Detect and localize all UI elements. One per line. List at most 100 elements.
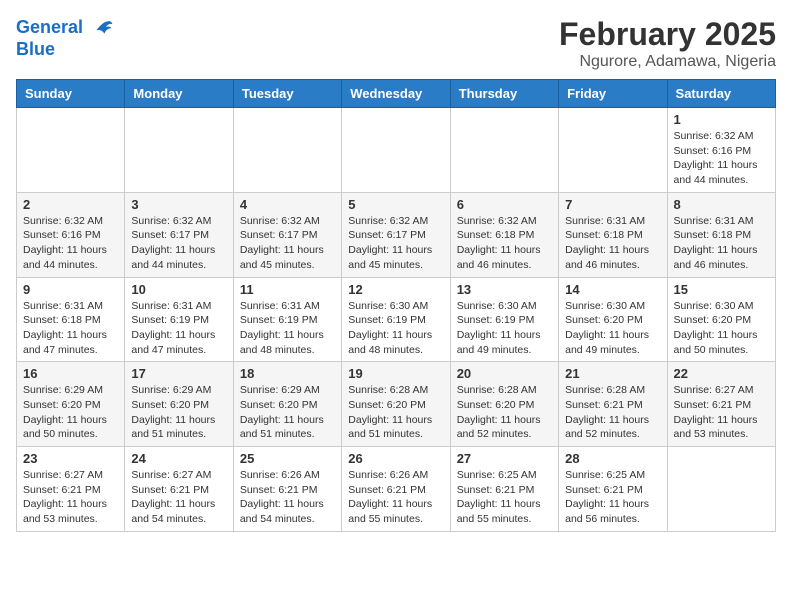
calendar-cell: 22Sunrise: 6:27 AM Sunset: 6:21 PM Dayli… [667,362,775,447]
logo-blue: Blue [16,40,114,60]
day-number: 27 [457,451,552,466]
day-info: Sunrise: 6:28 AM Sunset: 6:20 PM Dayligh… [348,383,443,442]
calendar-week-2: 2 Sunrise: 6:32 AM Sunset: 6:16 PM Daylig… [17,192,776,277]
day-info: Sunrise: 6:31 AM Sunset: 6:18 PM Dayligh… [23,299,118,358]
calendar-week-4: 16 Sunrise: 6:29 AM Sunset: 6:20 PM Dayli… [17,362,776,447]
calendar-cell [125,108,233,193]
day-number: 3 [131,197,226,212]
calendar-cell: 25 Sunrise: 6:26 AM Sunset: 6:21 PM Dayli… [233,447,341,532]
calendar-cell: 1 Sunrise: 6:32 AM Sunset: 6:16 PM Daylig… [667,108,775,193]
calendar-cell: 27Sunrise: 6:25 AM Sunset: 6:21 PM Dayli… [450,447,558,532]
day-number: 6 [457,197,552,212]
calendar-header-row: SundayMondayTuesdayWednesdayThursdayFrid… [17,80,776,108]
day-number: 28 [565,451,660,466]
day-number: 12 [348,282,443,297]
calendar-cell: 3 Sunrise: 6:32 AM Sunset: 6:17 PM Daylig… [125,192,233,277]
day-info: Sunrise: 6:27 AM Sunset: 6:21 PM Dayligh… [131,468,226,527]
calendar-cell: 20 Sunrise: 6:28 AM Sunset: 6:20 PM Dayli… [450,362,558,447]
calendar-cell [667,447,775,532]
calendar-cell [450,108,558,193]
day-info: Sunrise: 6:28 AM Sunset: 6:20 PM Dayligh… [457,383,552,442]
calendar-cell: 26 Sunrise: 6:26 AM Sunset: 6:21 PM Dayli… [342,447,450,532]
day-number: 17 [131,366,226,381]
day-number: 18 [240,366,335,381]
calendar-cell: 11Sunrise: 6:31 AM Sunset: 6:19 PM Dayli… [233,277,341,362]
calendar-cell: 4 Sunrise: 6:32 AM Sunset: 6:17 PM Daylig… [233,192,341,277]
day-info: Sunrise: 6:30 AM Sunset: 6:20 PM Dayligh… [565,299,660,358]
day-info: Sunrise: 6:28 AM Sunset: 6:21 PM Dayligh… [565,383,660,442]
calendar-cell: 9Sunrise: 6:31 AM Sunset: 6:18 PM Daylig… [17,277,125,362]
day-number: 14 [565,282,660,297]
calendar-cell: 2 Sunrise: 6:32 AM Sunset: 6:16 PM Daylig… [17,192,125,277]
weekday-header-wednesday: Wednesday [342,80,450,108]
day-info: Sunrise: 6:30 AM Sunset: 6:19 PM Dayligh… [348,299,443,358]
day-info: Sunrise: 6:25 AM Sunset: 6:21 PM Dayligh… [565,468,660,527]
day-number: 5 [348,197,443,212]
calendar-cell: 5 Sunrise: 6:32 AM Sunset: 6:17 PM Daylig… [342,192,450,277]
calendar-cell: 21 Sunrise: 6:28 AM Sunset: 6:21 PM Dayli… [559,362,667,447]
day-number: 26 [348,451,443,466]
weekday-header-saturday: Saturday [667,80,775,108]
calendar-cell: 23Sunrise: 6:27 AM Sunset: 6:21 PM Dayli… [17,447,125,532]
calendar-cell: 7Sunrise: 6:31 AM Sunset: 6:18 PM Daylig… [559,192,667,277]
calendar-cell: 24 Sunrise: 6:27 AM Sunset: 6:21 PM Dayli… [125,447,233,532]
weekday-header-thursday: Thursday [450,80,558,108]
weekday-header-friday: Friday [559,80,667,108]
day-number: 19 [348,366,443,381]
logo: General Blue [16,16,114,60]
day-info: Sunrise: 6:32 AM Sunset: 6:17 PM Dayligh… [348,214,443,273]
day-info: Sunrise: 6:32 AM Sunset: 6:17 PM Dayligh… [240,214,335,273]
day-info: Sunrise: 6:31 AM Sunset: 6:19 PM Dayligh… [131,299,226,358]
day-number: 1 [674,112,769,127]
calendar-week-1: 1 Sunrise: 6:32 AM Sunset: 6:16 PM Daylig… [17,108,776,193]
day-info: Sunrise: 6:30 AM Sunset: 6:19 PM Dayligh… [457,299,552,358]
calendar-cell: 12 Sunrise: 6:30 AM Sunset: 6:19 PM Dayli… [342,277,450,362]
day-info: Sunrise: 6:29 AM Sunset: 6:20 PM Dayligh… [23,383,118,442]
day-number: 10 [131,282,226,297]
calendar-cell: 14 Sunrise: 6:30 AM Sunset: 6:20 PM Dayli… [559,277,667,362]
day-number: 22 [674,366,769,381]
day-info: Sunrise: 6:26 AM Sunset: 6:21 PM Dayligh… [348,468,443,527]
day-number: 23 [23,451,118,466]
day-info: Sunrise: 6:32 AM Sunset: 6:17 PM Dayligh… [131,214,226,273]
day-number: 20 [457,366,552,381]
day-number: 25 [240,451,335,466]
day-info: Sunrise: 6:26 AM Sunset: 6:21 PM Dayligh… [240,468,335,527]
calendar-cell [559,108,667,193]
day-info: Sunrise: 6:32 AM Sunset: 6:18 PM Dayligh… [457,214,552,273]
calendar-week-3: 9Sunrise: 6:31 AM Sunset: 6:18 PM Daylig… [17,277,776,362]
day-info: Sunrise: 6:29 AM Sunset: 6:20 PM Dayligh… [131,383,226,442]
day-number: 2 [23,197,118,212]
weekday-header-sunday: Sunday [17,80,125,108]
day-info: Sunrise: 6:31 AM Sunset: 6:18 PM Dayligh… [565,214,660,273]
calendar-cell [17,108,125,193]
day-number: 13 [457,282,552,297]
weekday-header-tuesday: Tuesday [233,80,341,108]
calendar-cell: 13 Sunrise: 6:30 AM Sunset: 6:19 PM Dayli… [450,277,558,362]
month-title: February 2025 [559,16,776,53]
calendar-week-5: 23 Sunrise: 6:27 AM Sunset: 6:21 PM Dayli… [17,447,776,532]
day-info: Sunrise: 6:30 AM Sunset: 6:20 PM Dayligh… [674,299,769,358]
day-number: 21 [565,366,660,381]
calendar-cell [342,108,450,193]
page-header: General Blue February 2025 Ngurore, Adam… [16,16,776,71]
calendar-cell: 19 Sunrise: 6:28 AM Sunset: 6:20 PM Dayli… [342,362,450,447]
calendar-cell: 10 Sunrise: 6:31 AM Sunset: 6:19 PM Dayli… [125,277,233,362]
day-number: 4 [240,197,335,212]
day-info: Sunrise: 6:32 AM Sunset: 6:16 PM Dayligh… [23,214,118,273]
day-number: 24 [131,451,226,466]
calendar-cell: 6 Sunrise: 6:32 AM Sunset: 6:18 PM Daylig… [450,192,558,277]
calendar-cell [233,108,341,193]
calendar-cell: 28 Sunrise: 6:25 AM Sunset: 6:21 PM Dayli… [559,447,667,532]
title-block: February 2025 Ngurore, Adamawa, Nigeria [559,16,776,71]
logo-text: General [16,16,114,40]
location-title: Ngurore, Adamawa, Nigeria [559,53,776,71]
day-number: 15 [674,282,769,297]
day-number: 16 [23,366,118,381]
day-info: Sunrise: 6:29 AM Sunset: 6:20 PM Dayligh… [240,383,335,442]
day-info: Sunrise: 6:32 AM Sunset: 6:16 PM Dayligh… [674,129,769,188]
calendar-cell: 18 Sunrise: 6:29 AM Sunset: 6:20 PM Dayli… [233,362,341,447]
calendar-cell: 16 Sunrise: 6:29 AM Sunset: 6:20 PM Dayli… [17,362,125,447]
calendar-table: SundayMondayTuesdayWednesdayThursdayFrid… [16,79,776,532]
calendar-cell: 8Sunrise: 6:31 AM Sunset: 6:18 PM Daylig… [667,192,775,277]
